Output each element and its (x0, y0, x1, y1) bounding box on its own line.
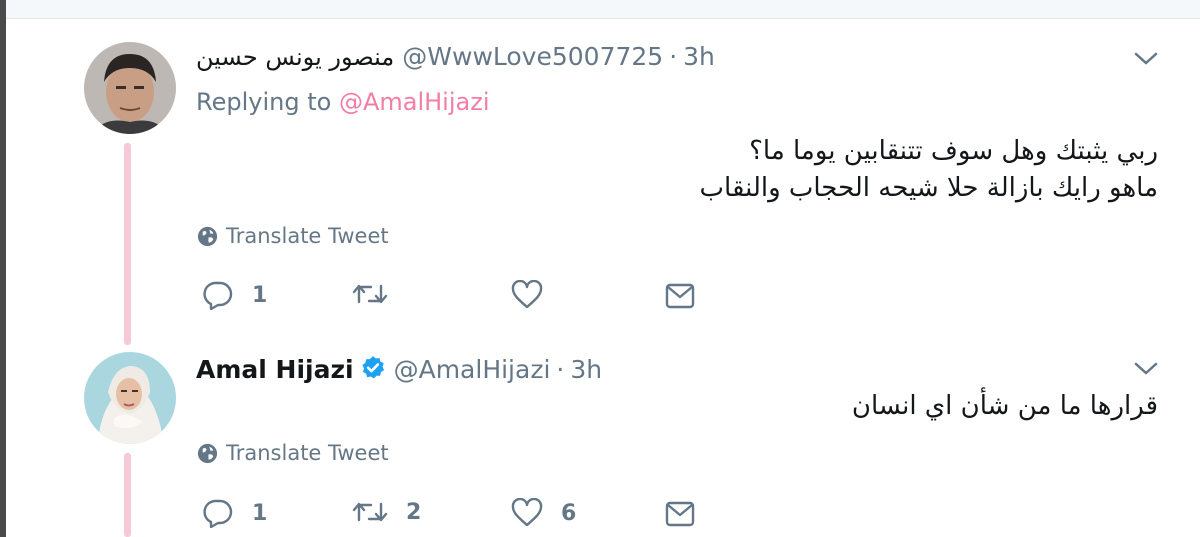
avatar[interactable] (84, 352, 176, 444)
caret-down-icon[interactable] (1133, 51, 1159, 67)
reply-button[interactable]: 1 (202, 280, 267, 310)
thread-connector-line (124, 453, 131, 537)
display-name[interactable]: Amal Hijazi (196, 355, 354, 384)
reply-icon (203, 281, 233, 310)
timestamp[interactable]: 3h (570, 355, 602, 384)
retweet-button[interactable]: 2 (352, 498, 421, 526)
tweet-text-line: قرارها ما من شأن اي انسان (851, 391, 1158, 421)
globe-icon (197, 226, 218, 246)
mention-link[interactable]: @AmalHijazi (339, 88, 490, 116)
like-button[interactable]: 6 (511, 498, 576, 528)
reply-count: 1 (252, 282, 268, 308)
globe-icon (197, 443, 218, 463)
direct-message-icon (665, 501, 695, 527)
tweet-text-line: ماهو رايك بازالة حلا شيحه الحجاب والنقاب (699, 173, 1158, 203)
separator-dot: · (669, 42, 678, 71)
reply-icon (203, 499, 233, 528)
window-edge (0, 0, 6, 537)
like-icon (511, 498, 543, 527)
reply-button[interactable]: 1 (202, 498, 267, 528)
translate-tweet-link[interactable]: Translate Tweet (196, 441, 389, 465)
tweet-text: ربي يثبتك وهل سوف تتنقابين يوما ما؟ ماهو… (700, 133, 1158, 207)
like-icon (511, 280, 543, 309)
display-name[interactable]: منصور يونس حسين (196, 43, 394, 71)
timestamp[interactable]: 3h (683, 42, 715, 71)
tweet-text-line: ربي يثبتك وهل سوف تتنقابين يوما ما؟ (749, 136, 1158, 166)
retweet-count: 2 (406, 499, 422, 525)
verified-badge-icon (361, 356, 384, 379)
thread-connector-line (124, 143, 131, 345)
tweet-header: Amal Hijazi @AmalHijazi · 3h (196, 352, 602, 384)
direct-message-button[interactable] (664, 500, 696, 528)
retweet-icon (352, 284, 388, 304)
reply-count: 1 (252, 500, 268, 526)
direct-message-button[interactable] (664, 282, 696, 310)
caret-down-icon[interactable] (1133, 361, 1159, 377)
replying-to: Replying to @AmalHijazi (196, 88, 489, 116)
retweet-button[interactable] (352, 280, 406, 308)
top-divider (6, 0, 1200, 19)
replying-to-label: Replying to (196, 88, 332, 116)
user-handle[interactable]: @WwwLove5007725 (402, 42, 663, 71)
separator-dot: · (556, 355, 565, 384)
retweet-icon (352, 502, 388, 522)
translate-label: Translate Tweet (226, 441, 389, 465)
user-handle[interactable]: @AmalHijazi (394, 355, 551, 384)
translate-label: Translate Tweet (226, 224, 389, 248)
like-count: 6 (561, 500, 577, 526)
translate-tweet-link[interactable]: Translate Tweet (196, 224, 389, 248)
tweet-text: قرارها ما من شأن اي انسان (852, 388, 1158, 425)
tweet-header: منصور يونس حسين @WwwLove5007725 · 3h (196, 42, 715, 71)
like-button[interactable] (511, 280, 561, 310)
avatar[interactable] (84, 42, 176, 134)
direct-message-icon (665, 283, 695, 309)
